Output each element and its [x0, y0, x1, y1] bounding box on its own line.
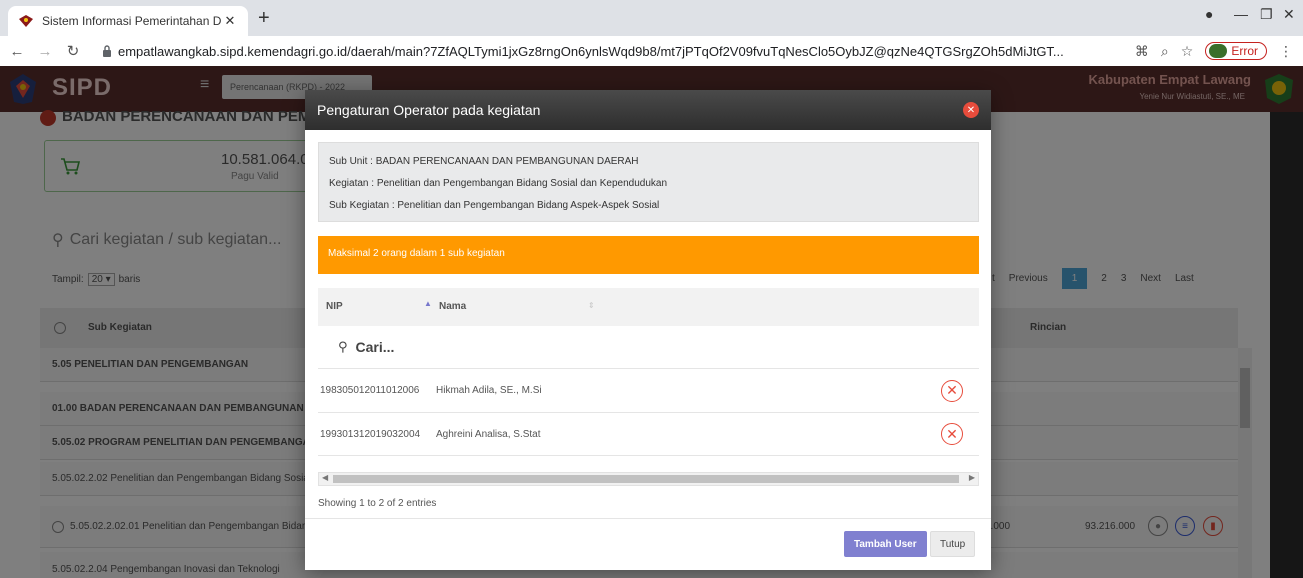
- minimize-icon[interactable]: —: [1234, 6, 1248, 22]
- modal-title: Pengaturan Operator pada kegiatan: [317, 102, 541, 118]
- back-arrow-icon[interactable]: ←: [6, 43, 28, 60]
- operator-search-input[interactable]: ⚲ Cari...: [318, 326, 979, 368]
- forward-arrow-icon[interactable]: →: [34, 43, 56, 60]
- modal-header: Pengaturan Operator pada kegiatan ✕: [305, 90, 991, 130]
- col-nama[interactable]: Nama: [439, 301, 466, 312]
- modal-close-icon[interactable]: ✕: [963, 102, 979, 118]
- row-nip: 198305012011012006: [320, 385, 420, 396]
- info-sub-kegiatan: Sub Kegiatan : Penelitian dan Pengembang…: [329, 200, 660, 211]
- operator-modal: Pengaturan Operator pada kegiatan ✕ Sub …: [305, 90, 991, 570]
- row-nip: 199301312019032004: [320, 428, 421, 440]
- warning-alert: Maksimal 2 orang dalam 1 sub kegiatan: [318, 236, 979, 274]
- browser-tabbar: Sistem Informasi Pemerintahan D ✕ + ● — …: [0, 0, 1303, 36]
- tab-close-icon[interactable]: ✕: [222, 13, 238, 29]
- browser-tab[interactable]: Sistem Informasi Pemerintahan D ✕: [8, 6, 248, 36]
- zoom-icon[interactable]: ⌕: [1161, 43, 1169, 60]
- bookmark-star-icon[interactable]: ☆: [1181, 43, 1194, 60]
- sort-asc-icon[interactable]: ▲: [424, 299, 432, 308]
- col-nip[interactable]: NIP: [326, 301, 343, 312]
- search-placeholder: Cari...: [355, 339, 395, 355]
- row-nama: Hikmah Adila, SE., M.Si: [436, 385, 542, 396]
- remove-operator-button[interactable]: ✕: [941, 423, 963, 445]
- kebab-menu-icon[interactable]: ⋮: [1279, 43, 1293, 60]
- scrollbar-thumb[interactable]: [333, 475, 959, 483]
- maximize-icon[interactable]: ❐: [1260, 6, 1273, 23]
- search-icon: ⚲: [338, 339, 348, 354]
- row-nama: Aghreini Analisa, S.Stat: [436, 428, 541, 440]
- new-tab-icon[interactable]: +: [258, 8, 270, 28]
- lock-icon: [103, 45, 111, 57]
- window-close-icon[interactable]: ✕: [1283, 6, 1295, 23]
- profile-indicator-icon[interactable]: ●: [1205, 6, 1213, 22]
- horizontal-scrollbar[interactable]: ◀ ▶: [318, 472, 979, 486]
- translate-icon[interactable]: ⌘: [1135, 43, 1149, 60]
- address-bar: ← → ↻ empatlawangkab.sipd.kemendagri.go.…: [0, 36, 1303, 66]
- tab-title: Sistem Informasi Pemerintahan D: [42, 14, 222, 28]
- app-content: SIPD ≡ Perencanaan (RKPD) - 2022 Kabupat…: [0, 66, 1303, 578]
- scroll-right-icon[interactable]: ▶: [969, 473, 975, 482]
- avatar: [1209, 44, 1228, 58]
- profile-error-button[interactable]: Error: [1205, 42, 1267, 60]
- operator-table-header: NIP ▲ Nama ⇕: [318, 288, 979, 326]
- table-row: 199301312019032004 Aghreini Analisa, S.S…: [318, 412, 979, 456]
- url-text: empatlawangkab.sipd.kemendagri.go.id/dae…: [118, 43, 1064, 59]
- close-button[interactable]: Tutup: [930, 531, 976, 557]
- reload-icon[interactable]: ↻: [62, 42, 84, 60]
- remove-operator-button[interactable]: ✕: [941, 379, 963, 402]
- entries-info: Showing 1 to 2 of 2 entries: [318, 498, 437, 509]
- table-row: 198305012011012006 Hikmah Adila, SE., M.…: [318, 368, 979, 412]
- info-box: Sub Unit : BADAN PERENCANAAN DAN PEMBANG…: [318, 142, 979, 222]
- sipd-favicon-icon: [18, 13, 34, 29]
- sort-both-icon[interactable]: ⇕: [588, 301, 595, 310]
- error-label: Error: [1231, 44, 1258, 58]
- scroll-left-icon[interactable]: ◀: [322, 473, 328, 482]
- info-sub-unit: Sub Unit : BADAN PERENCANAAN DAN PEMBANG…: [329, 156, 639, 167]
- modal-footer: Tambah User Tutup: [305, 518, 991, 570]
- url-field[interactable]: empatlawangkab.sipd.kemendagri.go.id/dae…: [94, 39, 1074, 63]
- add-user-button[interactable]: Tambah User: [844, 531, 927, 557]
- info-kegiatan: Kegiatan : Penelitian dan Pengembangan B…: [329, 178, 668, 189]
